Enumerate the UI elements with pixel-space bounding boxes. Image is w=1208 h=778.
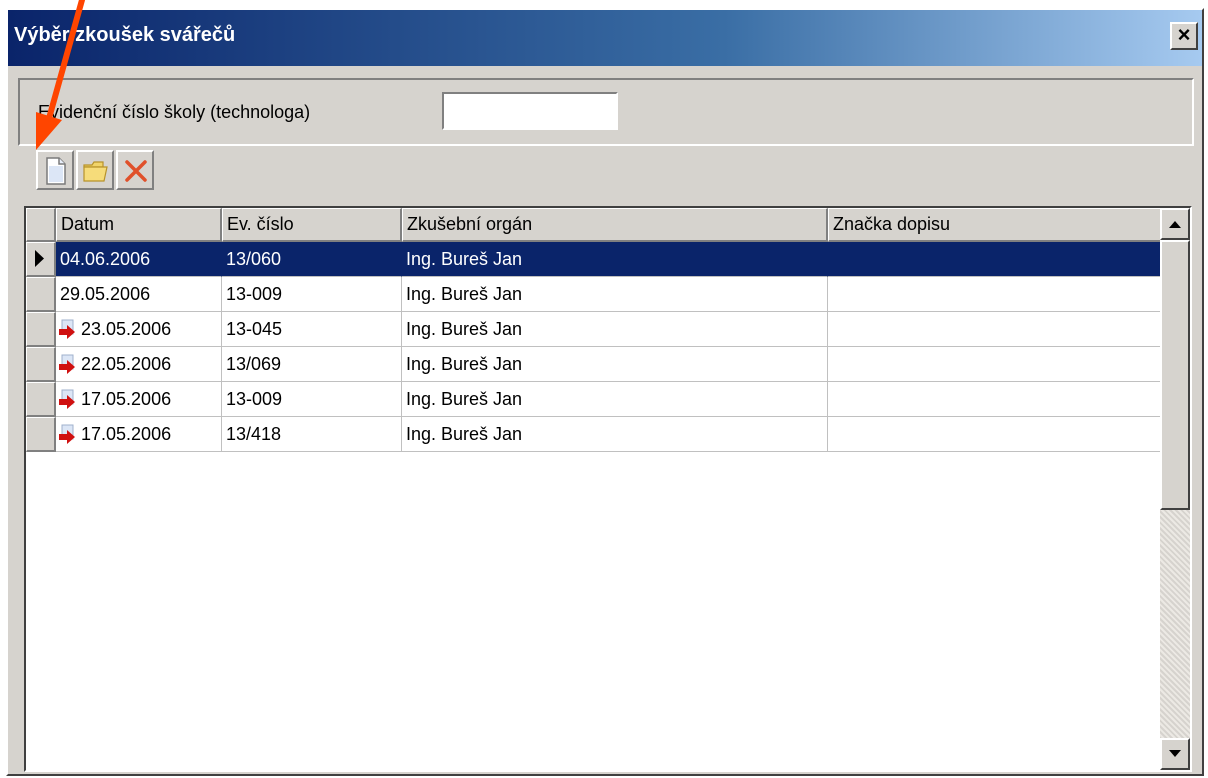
cell-datum[interactable]: 22.05.2006 bbox=[56, 347, 222, 382]
table-row[interactable]: 04.06.2006 13/060 Ing. Bureš Jan bbox=[26, 242, 1168, 277]
cell-datum[interactable]: 04.06.2006 bbox=[56, 242, 222, 277]
arrow-down-icon bbox=[1169, 750, 1181, 757]
cell-text: 13/069 bbox=[226, 354, 282, 374]
column-header-zkusebni-organ[interactable]: Zkušební orgán bbox=[402, 208, 828, 242]
linked-record-arrow-icon bbox=[59, 354, 75, 375]
row-indicator[interactable] bbox=[26, 417, 56, 452]
cell-ev-cislo[interactable]: 13-009 bbox=[222, 382, 402, 417]
open-button[interactable] bbox=[76, 150, 114, 190]
cell-znacka-dopisu[interactable] bbox=[828, 382, 1168, 417]
close-button[interactable]: × bbox=[1170, 22, 1198, 50]
table-row[interactable]: 23.05.2006 13-045 Ing. Bureš Jan bbox=[26, 312, 1168, 347]
linked-record-arrow-icon bbox=[59, 319, 75, 340]
column-header-znacka-dopisu[interactable]: Značka dopisu bbox=[828, 208, 1168, 242]
cell-text: 04.06.2006 bbox=[60, 249, 151, 269]
delete-icon bbox=[125, 160, 147, 182]
window-title: Výběr zkoušek svářečů bbox=[14, 24, 236, 46]
cell-text: 17.05.2006 bbox=[81, 424, 172, 444]
cell-text: 13/060 bbox=[226, 249, 282, 269]
dialog-window: Výběr zkoušek svářečů × Evidenční číslo … bbox=[6, 8, 1204, 776]
table-row[interactable]: 22.05.2006 13/069 Ing. Bureš Jan bbox=[26, 347, 1168, 382]
column-header-datum[interactable]: Datum bbox=[56, 208, 222, 242]
cell-ev-cislo[interactable]: 13/069 bbox=[222, 347, 402, 382]
current-row-pointer-icon bbox=[35, 250, 44, 267]
cell-zkusebni-organ[interactable]: Ing. Bureš Jan bbox=[402, 417, 828, 452]
scroll-up-button[interactable] bbox=[1160, 208, 1190, 240]
cell-znacka-dopisu[interactable] bbox=[828, 277, 1168, 312]
cell-text: 13/418 bbox=[226, 424, 282, 444]
cell-text: 17.05.2006 bbox=[81, 389, 172, 409]
cell-zkusebni-organ[interactable]: Ing. Bureš Jan bbox=[402, 347, 828, 382]
table-row[interactable]: 17.05.2006 13/418 Ing. Bureš Jan bbox=[26, 417, 1168, 452]
cell-text: 13-009 bbox=[226, 284, 283, 304]
cell-zkusebni-organ[interactable]: Ing. Bureš Jan bbox=[402, 382, 828, 417]
cell-datum[interactable]: 17.05.2006 bbox=[56, 417, 222, 452]
table-row[interactable]: 17.05.2006 13-009 Ing. Bureš Jan bbox=[26, 382, 1168, 417]
title-bar[interactable]: Výběr zkoušek svářečů × bbox=[8, 10, 1202, 66]
cell-zkusebni-organ[interactable]: Ing. Bureš Jan bbox=[402, 242, 828, 277]
cell-ev-cislo[interactable]: 13/418 bbox=[222, 417, 402, 452]
school-number-label: Evidenční číslo školy (technologa) bbox=[38, 102, 311, 122]
cell-text: Ing. Bureš Jan bbox=[406, 389, 523, 409]
scroll-down-button[interactable] bbox=[1160, 738, 1190, 770]
cell-text: 13-045 bbox=[226, 319, 283, 339]
row-indicator[interactable] bbox=[26, 277, 56, 312]
cell-znacka-dopisu[interactable] bbox=[828, 417, 1168, 452]
cell-datum[interactable]: 29.05.2006 bbox=[56, 277, 222, 312]
row-indicator[interactable] bbox=[26, 382, 56, 417]
cell-text: 23.05.2006 bbox=[81, 319, 172, 339]
cell-znacka-dopisu[interactable] bbox=[828, 347, 1168, 382]
cell-text: Ing. Bureš Jan bbox=[406, 424, 523, 444]
vertical-scrollbar[interactable] bbox=[1160, 208, 1190, 770]
row-indicator[interactable] bbox=[26, 347, 56, 382]
cell-datum[interactable]: 23.05.2006 bbox=[56, 312, 222, 347]
cell-ev-cislo[interactable]: 13/060 bbox=[222, 242, 402, 277]
cell-text: Ing. Bureš Jan bbox=[406, 284, 523, 304]
open-folder-icon bbox=[83, 161, 108, 182]
cell-ev-cislo[interactable]: 13-009 bbox=[222, 277, 402, 312]
school-number-input[interactable] bbox=[442, 92, 618, 130]
new-button[interactable] bbox=[36, 150, 74, 190]
arrow-up-icon bbox=[1169, 221, 1181, 228]
cell-text: Ing. Bureš Jan bbox=[406, 249, 523, 269]
cell-text: 29.05.2006 bbox=[60, 284, 151, 304]
cell-text: Ing. Bureš Jan bbox=[406, 319, 523, 339]
table-row[interactable]: 29.05.2006 13-009 Ing. Bureš Jan bbox=[26, 277, 1168, 312]
row-indicator[interactable] bbox=[26, 312, 56, 347]
filter-panel: Evidenční číslo školy (technologa) bbox=[18, 78, 1194, 146]
cell-text: 22.05.2006 bbox=[81, 354, 172, 374]
cell-ev-cislo[interactable]: 13-045 bbox=[222, 312, 402, 347]
linked-record-arrow-icon bbox=[59, 389, 75, 410]
cell-text: 13-009 bbox=[226, 389, 283, 409]
column-header-ev-cislo[interactable]: Ev. číslo bbox=[222, 208, 402, 242]
cell-datum[interactable]: 17.05.2006 bbox=[56, 382, 222, 417]
tests-grid: Datum Ev. číslo Zkušební orgán Značka do… bbox=[24, 206, 1192, 772]
cell-zkusebni-organ[interactable]: Ing. Bureš Jan bbox=[402, 312, 828, 347]
linked-record-arrow-icon bbox=[59, 424, 75, 445]
cell-znacka-dopisu[interactable] bbox=[828, 312, 1168, 347]
row-indicator[interactable] bbox=[26, 242, 56, 277]
row-indicator-header bbox=[26, 208, 56, 242]
new-document-icon bbox=[46, 157, 66, 185]
delete-button[interactable] bbox=[116, 150, 154, 190]
cell-zkusebni-organ[interactable]: Ing. Bureš Jan bbox=[402, 277, 828, 312]
cell-text: Ing. Bureš Jan bbox=[406, 354, 523, 374]
scroll-thumb[interactable] bbox=[1160, 240, 1190, 510]
cell-znacka-dopisu[interactable] bbox=[828, 242, 1168, 277]
